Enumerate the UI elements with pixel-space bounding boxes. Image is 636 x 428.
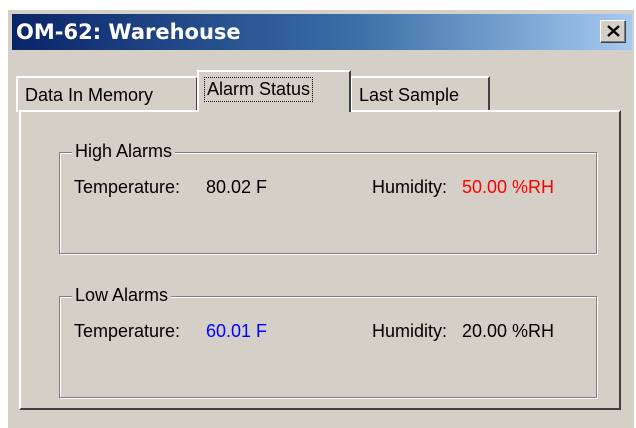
low-humidity-label: Humidity: <box>372 321 448 341</box>
close-icon <box>607 25 620 37</box>
tab-last-sample[interactable]: Last Sample <box>350 76 490 112</box>
close-button[interactable] <box>600 20 626 43</box>
alarm-status-panel: High Alarms Temperature: 80.02 F Humidit… <box>19 110 621 410</box>
tab-label: Alarm Status <box>203 77 314 102</box>
tab-label: Last Sample <box>359 85 460 105</box>
high-alarms-legend: High Alarms <box>72 141 176 162</box>
high-alarms-group: High Alarms Temperature: 80.02 F Humidit… <box>59 141 597 254</box>
high-humidity-label: Humidity: <box>372 177 448 197</box>
low-temperature-value: 60.01 F <box>206 321 268 341</box>
low-temperature-label: Temperature: <box>74 321 181 341</box>
window-title: OM-62: Warehouse <box>16 20 241 44</box>
low-alarms-group: Low Alarms Temperature: 60.01 F Humidity… <box>59 285 597 398</box>
tab-data-in-memory[interactable]: Data In Memory <box>16 76 198 112</box>
title-bar[interactable]: OM-62: Warehouse <box>12 14 632 50</box>
tab-label: Data In Memory <box>25 85 154 105</box>
high-temperature-label: Temperature: <box>74 177 181 197</box>
low-humidity-value: 20.00 %RH <box>462 321 555 341</box>
low-alarms-legend: Low Alarms <box>72 285 172 306</box>
high-humidity-value: 50.00 %RH <box>462 177 555 197</box>
tab-alarm-status[interactable]: Alarm Status <box>197 70 351 112</box>
high-temperature-value: 80.02 F <box>206 177 268 197</box>
